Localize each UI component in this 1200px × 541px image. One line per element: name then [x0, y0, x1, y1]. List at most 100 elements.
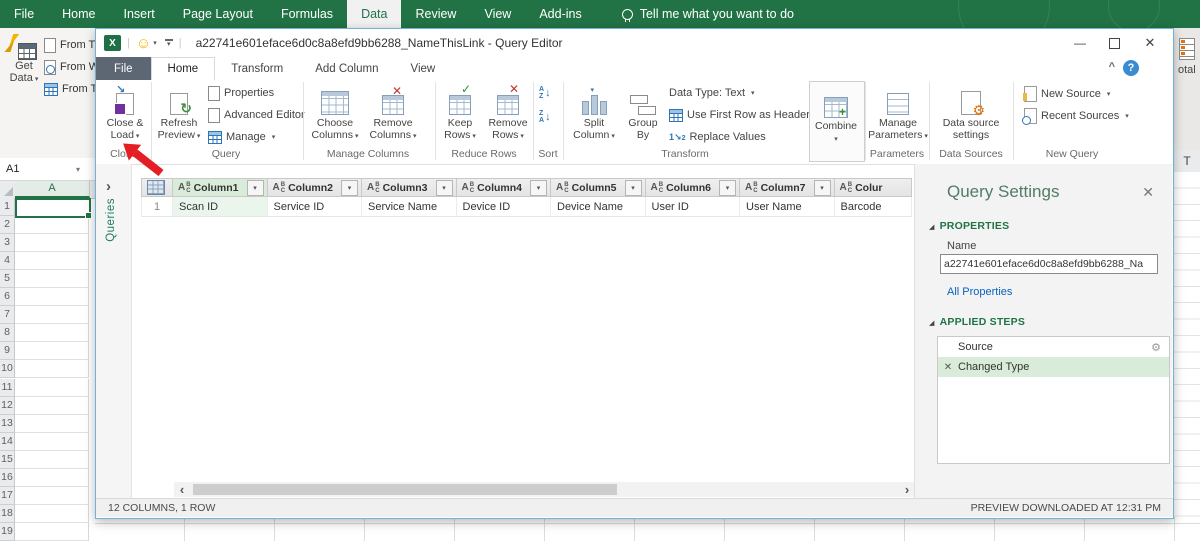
- cell-A6[interactable]: [15, 288, 89, 307]
- column-filter-icon[interactable]: ▾: [341, 179, 358, 196]
- row-header-15[interactable]: 15: [0, 450, 15, 469]
- row-header-17[interactable]: 17: [0, 486, 15, 505]
- cell-A3[interactable]: [15, 234, 89, 253]
- manage-parameters-button[interactable]: Manage Parameters ▾: [868, 83, 928, 143]
- qe-tab-view[interactable]: View: [395, 57, 452, 80]
- cell-A1[interactable]: [15, 198, 92, 219]
- scrollbar-thumb[interactable]: [193, 484, 617, 495]
- manage-button[interactable]: Manage ▾: [208, 129, 275, 145]
- column-filter-icon[interactable]: ▾: [246, 179, 264, 196]
- excel-tab-add-ins[interactable]: Add-ins: [525, 0, 595, 28]
- cell-A17[interactable]: [15, 486, 89, 505]
- column-header-column4[interactable]: A B C Column4 ▾: [456, 178, 551, 197]
- cell-A11[interactable]: [15, 378, 89, 397]
- column-header-colur[interactable]: A B C Colur: [834, 178, 912, 197]
- cell-A7[interactable]: [15, 306, 89, 325]
- cell-A12[interactable]: [15, 396, 89, 415]
- row-header-16[interactable]: 16: [0, 468, 15, 487]
- choose-columns-button[interactable]: Choose Columns ▾: [309, 83, 361, 143]
- close-and-load-button[interactable]: ↘ Close & Load ▾: [102, 83, 148, 143]
- from-text-button[interactable]: From T: [44, 36, 95, 54]
- cell-A18[interactable]: [15, 504, 89, 523]
- query-name-input[interactable]: [940, 254, 1158, 274]
- keep-rows-button[interactable]: ✓ Keep Rows ▾: [439, 83, 481, 143]
- scroll-right-icon[interactable]: ›: [899, 482, 915, 497]
- get-data-button[interactable]: Get Data ▾: [4, 34, 44, 84]
- sort-ascending-button[interactable]: A Z ↓: [539, 86, 551, 100]
- excel-tab-formulas[interactable]: Formulas: [267, 0, 347, 28]
- use-first-row-as-headers-button[interactable]: Use First Row as Headers▾: [669, 107, 825, 123]
- customize-qat-icon[interactable]: ▾: [164, 39, 173, 48]
- row-header-9[interactable]: 9: [0, 342, 15, 361]
- properties-button[interactable]: Properties: [208, 85, 274, 101]
- close-window-button[interactable]: ✕: [1133, 29, 1167, 57]
- row-header-11[interactable]: 11: [0, 378, 15, 397]
- new-source-button[interactable]: New Source ▾: [1023, 86, 1110, 102]
- from-table-button[interactable]: From T: [44, 80, 95, 98]
- close-query-settings-icon[interactable]: ✕: [1142, 184, 1154, 201]
- row-header-10[interactable]: 10: [0, 360, 15, 379]
- cell-A13[interactable]: [15, 414, 89, 433]
- data-source-settings-button[interactable]: ⚙ Data source settings: [938, 83, 1004, 141]
- qe-tab-file[interactable]: File: [96, 57, 151, 80]
- split-column-button[interactable]: ▾ Split Column ▾: [569, 83, 619, 143]
- row-header-2[interactable]: 2: [0, 216, 15, 235]
- table-corner-menu[interactable]: [141, 178, 173, 197]
- excel-tab-data[interactable]: Data: [347, 0, 402, 28]
- cell-user-id[interactable]: User ID: [645, 197, 740, 217]
- applied-steps-section-header[interactable]: ◢ APPLIED STEPS: [929, 316, 1025, 328]
- qe-titlebar[interactable]: X | ☺ ▾ ▾ | a22741e601eface6d0c8a8efd9bb…: [96, 29, 1173, 57]
- cell-A5[interactable]: [15, 270, 89, 289]
- delete-step-icon[interactable]: ✕: [938, 362, 958, 373]
- combine-button[interactable]: + Combine ▾: [812, 86, 860, 146]
- qe-tab-add-column[interactable]: Add Column: [299, 57, 394, 80]
- column-header-column7[interactable]: A B C Column7 ▾: [740, 178, 835, 197]
- row-header-12[interactable]: 12: [0, 396, 15, 415]
- refresh-preview-button[interactable]: ↻ Refresh Preview ▾: [156, 83, 202, 143]
- qe-tab-transform[interactable]: Transform: [215, 57, 299, 80]
- smile-caret-icon[interactable]: ▾: [153, 39, 157, 47]
- cell-A15[interactable]: [15, 450, 89, 469]
- cell-user-name[interactable]: User Name: [740, 197, 835, 217]
- data-type-button[interactable]: Data Type: Text ▾: [669, 85, 755, 101]
- cell-A8[interactable]: [15, 324, 89, 343]
- column-header-column3[interactable]: A B C Column3 ▾: [362, 178, 457, 197]
- from-web-button[interactable]: From W: [44, 58, 95, 76]
- excel-tab-review[interactable]: Review: [401, 0, 470, 28]
- column-header-t[interactable]: T: [1172, 150, 1200, 173]
- row-header-14[interactable]: 14: [0, 432, 15, 451]
- remove-rows-button[interactable]: ✕ Remove Rows ▾: [485, 83, 531, 143]
- excel-tab-file[interactable]: File: [0, 0, 48, 28]
- applied-step-changed-type[interactable]: ✕ Changed Type: [938, 357, 1169, 377]
- row-header-18[interactable]: 18: [0, 504, 15, 523]
- column-filter-icon[interactable]: ▾: [435, 179, 453, 196]
- fill-handle[interactable]: [85, 212, 92, 219]
- column-header-column6[interactable]: A B C Column6 ▾: [645, 178, 740, 197]
- row-header-8[interactable]: 8: [0, 324, 15, 343]
- sort-descending-button[interactable]: Z A ↓: [539, 110, 551, 124]
- all-properties-link[interactable]: All Properties: [947, 286, 1012, 298]
- horizontal-scrollbar[interactable]: ‹ ›: [174, 482, 915, 497]
- cell-device-name[interactable]: Device Name: [551, 197, 646, 217]
- send-a-smile-icon[interactable]: ☺: [136, 36, 151, 51]
- row-header-7[interactable]: 7: [0, 306, 15, 325]
- row-header-1[interactable]: 1: [0, 198, 15, 216]
- queries-pane-label[interactable]: Queries: [105, 198, 117, 242]
- column-header-column5[interactable]: A B C Column5 ▾: [551, 178, 646, 197]
- recent-sources-button[interactable]: Recent Sources ▾: [1022, 108, 1129, 125]
- name-box[interactable]: A1: [0, 163, 74, 175]
- group-by-button[interactable]: Group By: [623, 83, 663, 141]
- excel-tab-page-layout[interactable]: Page Layout: [169, 0, 267, 28]
- minimize-button[interactable]: —: [1063, 29, 1097, 57]
- cell-barcode[interactable]: Barcode: [834, 197, 912, 217]
- remove-columns-button[interactable]: ✕ Remove Columns ▾: [365, 83, 421, 143]
- excel-tab-home[interactable]: Home: [48, 0, 109, 28]
- row-header-6[interactable]: 6: [0, 288, 15, 307]
- cell-A9[interactable]: [15, 342, 89, 361]
- column-filter-icon[interactable]: ▾: [813, 179, 831, 196]
- cell-scan-id[interactable]: Scan ID: [173, 197, 268, 217]
- column-header-a[interactable]: A: [15, 181, 90, 198]
- row-header-19[interactable]: 19: [0, 522, 15, 541]
- help-icon[interactable]: ?: [1123, 60, 1139, 76]
- cell-service-id[interactable]: Service ID: [267, 197, 362, 217]
